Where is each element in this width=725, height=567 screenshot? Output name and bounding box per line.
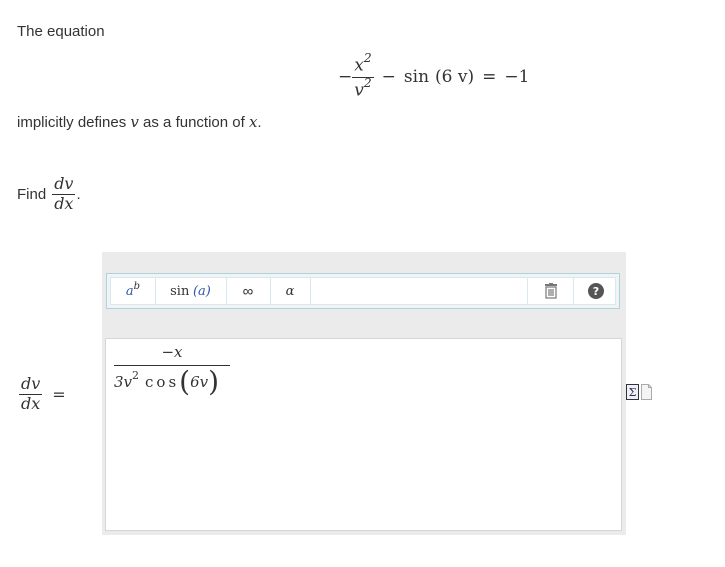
equation-numerator: x2 (354, 51, 372, 76)
equation-equals: = (482, 67, 497, 87)
equation-minus: − (381, 67, 396, 87)
infinity-button[interactable]: ∞ (226, 278, 271, 304)
leading-minus: − (338, 67, 353, 87)
trash-button[interactable] (527, 278, 574, 304)
implicit-text: implicitly defines v as a function of x. (17, 113, 262, 131)
equation-sin-arg: (6 v) (435, 67, 475, 87)
answer-tools: Σ (626, 384, 652, 400)
svg-text:?: ? (593, 285, 599, 298)
answer-label: dv dx = (19, 374, 66, 413)
svg-text:Σ: Σ (629, 386, 637, 399)
help-icon: ? (588, 283, 604, 299)
help-button[interactable]: ? (573, 278, 618, 304)
given-equation: − x2 v2 − sin (6 v) = −1 (338, 52, 529, 102)
sin-button[interactable]: sin (a) (155, 278, 227, 304)
answer-derivative: dv dx (19, 374, 43, 413)
intro-text: The equation (17, 23, 105, 40)
var-v: v (130, 113, 139, 131)
document-icon[interactable] (641, 384, 652, 400)
power-button[interactable]: ab (111, 278, 156, 304)
answer-numerator: −x (161, 343, 183, 361)
answer-fraction: −x 3v 2 cos ( 6v ) (114, 343, 230, 396)
equation-denominator: v2 (354, 75, 372, 101)
equation-sin: sin (403, 67, 430, 87)
greek-button[interactable]: α (270, 278, 311, 304)
answer-denominator: 3v 2 cos ( 6v ) (114, 365, 220, 398)
sigma-icon[interactable]: Σ (626, 384, 639, 400)
answer-input[interactable]: −x 3v 2 cos ( 6v ) (105, 338, 622, 531)
find-prompt: Find dv dx . (17, 174, 81, 213)
math-editor: ab sin (a) ∞ α ? −x 3v 2 cos (6v) (102, 252, 626, 535)
equation-fraction: x2 v2 (352, 51, 374, 101)
equation-rhs: −1 (504, 67, 530, 87)
find-derivative: dv dx (52, 174, 76, 213)
editor-toolbar: ab sin (a) ∞ α ? (106, 273, 620, 309)
trash-icon (545, 283, 557, 299)
